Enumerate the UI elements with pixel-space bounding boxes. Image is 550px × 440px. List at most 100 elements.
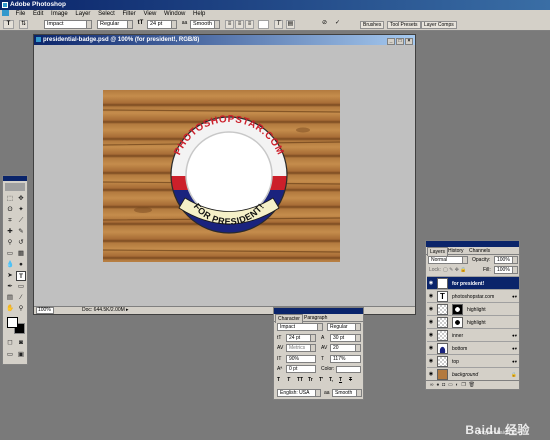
status-menu-arrow-icon[interactable]: ▸ xyxy=(126,307,129,314)
notes-tool-icon[interactable]: ▤ xyxy=(5,293,15,303)
path-selection-tool-icon[interactable]: ➤ xyxy=(5,271,15,281)
toggle-palettes-icon[interactable]: ▤ xyxy=(286,20,295,29)
toolbox-header[interactable] xyxy=(3,176,27,181)
menu-image[interactable]: Image xyxy=(48,10,71,19)
char-tracking-select[interactable]: 20 xyxy=(330,344,361,352)
tab-layers[interactable]: Layers xyxy=(427,247,449,256)
new-group-icon[interactable]: ▭ xyxy=(448,382,453,388)
new-layer-icon[interactable]: ❐ xyxy=(461,382,465,388)
cancel-edit-icon[interactable]: ⊘ xyxy=(320,20,329,29)
tab-history[interactable]: History xyxy=(446,247,466,255)
pen-tool-icon[interactable]: ✒ xyxy=(5,282,15,292)
link-icon[interactable]: ∞ xyxy=(430,382,434,388)
eye-icon[interactable]: ◉ xyxy=(428,319,434,325)
crop-tool-icon[interactable]: ⌗ xyxy=(5,216,15,226)
layer-row-background[interactable]: ◉ background 🔒 xyxy=(427,367,519,380)
lock-icons[interactable]: ▢ ✎ ✥ 🔒 xyxy=(443,266,467,274)
char-kerning-select[interactable]: Metrics xyxy=(286,344,316,352)
eraser-tool-icon[interactable]: ▭ xyxy=(5,249,15,259)
eye-icon[interactable]: ◉ xyxy=(428,358,434,364)
add-mask-icon[interactable]: ◘ xyxy=(442,382,445,388)
font-size-select[interactable]: 24 pt xyxy=(147,20,177,29)
char-font-style-select[interactable]: Regular xyxy=(327,323,361,331)
char-horizontal-scale-field[interactable]: 117% xyxy=(330,355,361,363)
screen-mode-icon[interactable]: ▭ xyxy=(5,350,15,360)
menu-file[interactable]: File xyxy=(13,10,29,19)
char-baseline-shift-field[interactable]: 0 pt xyxy=(286,365,316,373)
standard-mode-icon[interactable]: ◻ xyxy=(5,338,15,348)
clone-stamp-tool-icon[interactable]: ⚲ xyxy=(5,238,15,248)
lasso-tool-icon[interactable]: ʘ xyxy=(5,205,15,215)
antialias-select[interactable]: Smooth xyxy=(190,20,220,29)
zoom-tool-icon[interactable]: ⚲ xyxy=(16,304,26,314)
brush-tool-icon[interactable]: ✎ xyxy=(16,227,26,237)
delete-layer-icon[interactable]: 🗑 xyxy=(469,382,475,388)
faux-bold-icon[interactable]: T xyxy=(277,377,280,383)
maximize-icon[interactable]: □ xyxy=(396,38,404,45)
menu-filter[interactable]: Filter xyxy=(119,10,138,19)
history-brush-tool-icon[interactable]: ↺ xyxy=(16,238,26,248)
quick-mask-mode-icon[interactable]: ◙ xyxy=(16,338,26,348)
char-language-select[interactable]: English: USA xyxy=(277,389,321,397)
add-style-icon[interactable]: ● xyxy=(436,382,439,388)
layer-effects-icon[interactable]: ●▾ xyxy=(512,294,517,300)
magic-wand-tool-icon[interactable]: ✦ xyxy=(16,205,26,215)
char-color-swatch[interactable] xyxy=(336,366,361,373)
text-color-swatch[interactable] xyxy=(258,20,269,29)
adobe-online-icon[interactable] xyxy=(5,183,25,191)
char-font-size-select[interactable]: 24 pt xyxy=(286,334,316,342)
zoom-field[interactable]: 100% xyxy=(36,307,54,314)
layer-row-highlight-2[interactable]: ◉ highlight xyxy=(427,315,519,328)
char-antialias-select[interactable]: Smooth xyxy=(332,389,362,397)
adjustment-icon[interactable]: ◐ xyxy=(456,382,459,388)
shape-tool-icon[interactable]: ▭ xyxy=(16,282,26,292)
underline-icon[interactable]: T xyxy=(339,377,342,383)
align-right-icon[interactable]: ≡ xyxy=(245,20,254,29)
layer-row-top[interactable]: ◉ top ●▾ xyxy=(427,354,519,367)
type-tool-icon[interactable]: T xyxy=(16,271,26,281)
align-center-icon[interactable]: ≡ xyxy=(235,20,244,29)
full-screen-mode-icon[interactable]: ▣ xyxy=(16,350,26,360)
foreground-color-swatch-front[interactable] xyxy=(7,317,18,328)
tab-character[interactable]: Character xyxy=(275,314,303,323)
blur-tool-icon[interactable]: 💧 xyxy=(5,260,15,270)
layer-row-bottom[interactable]: ◉ bottom ●▾ xyxy=(427,341,519,354)
gradient-tool-icon[interactable]: ▦ xyxy=(16,249,26,259)
align-left-icon[interactable]: ≡ xyxy=(225,20,234,29)
document-title-bar[interactable]: presidential-badge.psd @ 100% (for presi… xyxy=(34,35,415,45)
eyedropper-tool-icon[interactable]: ⁄ xyxy=(16,293,26,303)
char-vertical-scale-field[interactable]: 90% xyxy=(286,355,316,363)
layer-effects-icon[interactable]: ●▾ xyxy=(512,359,517,365)
menu-help[interactable]: Help xyxy=(190,10,208,19)
minimize-icon[interactable]: _ xyxy=(387,38,395,45)
menu-edit[interactable]: Edit xyxy=(30,10,46,19)
faux-italic-icon[interactable]: T xyxy=(287,377,290,383)
healing-brush-tool-icon[interactable]: ✚ xyxy=(5,227,15,237)
font-family-select[interactable]: Impact xyxy=(44,20,92,29)
layer-row-photoshopstar[interactable]: ◉ T photoshopstar.com ●▾ xyxy=(427,289,519,302)
layer-row-highlight-1[interactable]: ◉ highlight xyxy=(427,302,519,315)
commit-edit-icon[interactable]: ✓ xyxy=(333,20,342,29)
eye-icon[interactable]: ◉ xyxy=(428,332,434,338)
menu-window[interactable]: Window xyxy=(161,10,188,19)
palette-tab-tool-presets[interactable]: Tool Presets xyxy=(387,21,421,29)
dodge-tool-icon[interactable]: ● xyxy=(16,260,26,270)
eye-icon[interactable]: ◉ xyxy=(428,306,434,312)
marquee-tool-icon[interactable]: ⬚ xyxy=(5,194,15,204)
tab-paragraph[interactable]: Paragraph xyxy=(302,314,329,322)
eye-icon[interactable]: ◉ xyxy=(428,293,434,299)
opacity-field[interactable]: 100% xyxy=(494,256,518,264)
close-icon[interactable]: × xyxy=(405,38,413,45)
menu-layer[interactable]: Layer xyxy=(72,10,93,19)
menu-select[interactable]: Select xyxy=(95,10,118,19)
slice-tool-icon[interactable]: ⟋ xyxy=(16,216,26,226)
subscript-icon[interactable]: T, xyxy=(329,377,333,383)
eye-icon[interactable]: ◉ xyxy=(428,345,434,351)
type-tool-preset-icon[interactable]: T xyxy=(3,20,14,29)
small-caps-icon[interactable]: Tr xyxy=(308,377,313,383)
text-orientation-icon[interactable]: ⇅ xyxy=(19,20,28,29)
palette-tab-layer-comps[interactable]: Layer Comps xyxy=(421,21,457,29)
tab-channels[interactable]: Channels xyxy=(467,247,492,255)
eye-icon[interactable]: ◉ xyxy=(428,280,434,286)
warp-text-icon[interactable]: T xyxy=(274,20,283,29)
